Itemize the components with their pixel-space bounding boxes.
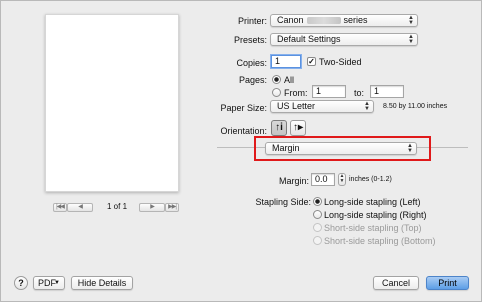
page-counter: 1 of 1 bbox=[107, 202, 128, 211]
stapling-side-label: Stapling Side: bbox=[255, 197, 311, 207]
print-preview-page bbox=[45, 14, 179, 192]
pages-label: Pages: bbox=[238, 75, 267, 85]
stapling-short-top-radio bbox=[313, 223, 322, 232]
margin-stepper[interactable]: ▲ ▼ bbox=[338, 173, 346, 186]
popup-chevron-icon: ▲ ▼ bbox=[408, 34, 414, 45]
print-button[interactable]: Print bbox=[426, 276, 469, 290]
pages-from-label: From: bbox=[284, 88, 308, 98]
orientation-label: Orientation: bbox=[220, 126, 267, 136]
highlight-box bbox=[254, 136, 431, 161]
presets-label: Presets: bbox=[233, 35, 267, 45]
printer-popup[interactable]: Canon series ▲ ▼ bbox=[270, 14, 418, 27]
stapling-long-left-label: Long-side stapling (Left) bbox=[324, 197, 421, 207]
pages-all-label: All bbox=[284, 75, 295, 85]
pdf-menu-button[interactable]: PDF ▼ bbox=[33, 276, 65, 290]
popup-chevron-icon: ▲ ▼ bbox=[408, 15, 414, 26]
portrait-orientation-button[interactable]: ↑i bbox=[271, 120, 287, 136]
print-dialog: |◀◀ ◀ 1 of 1 ▶ ▶▶| Printer: Canon series … bbox=[0, 0, 482, 302]
printer-name-suffix: series bbox=[343, 15, 368, 25]
presets-popup[interactable]: Default Settings ▲ ▼ bbox=[270, 33, 418, 46]
pages-to-field[interactable]: 1 bbox=[370, 85, 404, 98]
paper-size-value: US Letter bbox=[277, 101, 316, 111]
paper-dimensions: 8.50 by 11.00 inches bbox=[383, 103, 448, 110]
portrait-icon: ↑i bbox=[275, 122, 283, 133]
copies-field[interactable]: 1 bbox=[271, 55, 301, 68]
stapling-short-bottom-radio bbox=[313, 236, 322, 245]
printer-label: Printer: bbox=[237, 16, 267, 26]
last-page-button[interactable]: ▶▶| bbox=[165, 203, 179, 212]
stapling-long-left-radio[interactable] bbox=[313, 197, 322, 206]
stapling-long-right-label: Long-side stapling (Right) bbox=[324, 210, 427, 220]
stapling-long-right-radio[interactable] bbox=[313, 210, 322, 219]
landscape-orientation-button[interactable]: ↑▸ bbox=[290, 120, 306, 136]
help-icon[interactable]: ? bbox=[14, 276, 28, 290]
paper-size-label: Paper Size: bbox=[220, 103, 267, 113]
presets-value: Default Settings bbox=[277, 34, 341, 44]
chevron-down-icon: ▼ bbox=[54, 280, 60, 286]
pages-all-radio[interactable] bbox=[272, 75, 281, 84]
margin-units: inches (0-1.2) bbox=[349, 176, 392, 183]
stapling-short-top-label: Short-side stapling (Top) bbox=[324, 223, 422, 233]
paper-size-popup[interactable]: US Letter ▲ ▼ bbox=[270, 100, 374, 113]
two-sided-label: Two-Sided bbox=[319, 57, 362, 67]
stapling-short-bottom-label: Short-side stapling (Bottom) bbox=[324, 236, 436, 246]
landscape-icon: ↑▸ bbox=[292, 122, 304, 133]
pages-from-radio[interactable] bbox=[272, 88, 281, 97]
next-page-button[interactable]: ▶ bbox=[139, 203, 165, 212]
redacted-printer-model bbox=[306, 17, 341, 24]
margin-label: Margin: bbox=[278, 176, 309, 186]
cancel-button[interactable]: Cancel bbox=[373, 276, 419, 290]
hide-details-button[interactable]: Hide Details bbox=[71, 276, 133, 290]
pages-from-field[interactable]: 1 bbox=[312, 85, 346, 98]
copies-label: Copies: bbox=[236, 58, 267, 68]
margin-field[interactable]: 0.0 bbox=[311, 173, 335, 186]
popup-chevron-icon: ▲ ▼ bbox=[364, 101, 370, 112]
two-sided-checkbox[interactable]: ✓ bbox=[307, 57, 316, 66]
printer-name-prefix: Canon bbox=[277, 15, 304, 25]
pages-to-label: to: bbox=[354, 88, 365, 98]
previous-page-button[interactable]: ◀ bbox=[67, 203, 93, 212]
first-page-button[interactable]: |◀◀ bbox=[53, 203, 67, 212]
